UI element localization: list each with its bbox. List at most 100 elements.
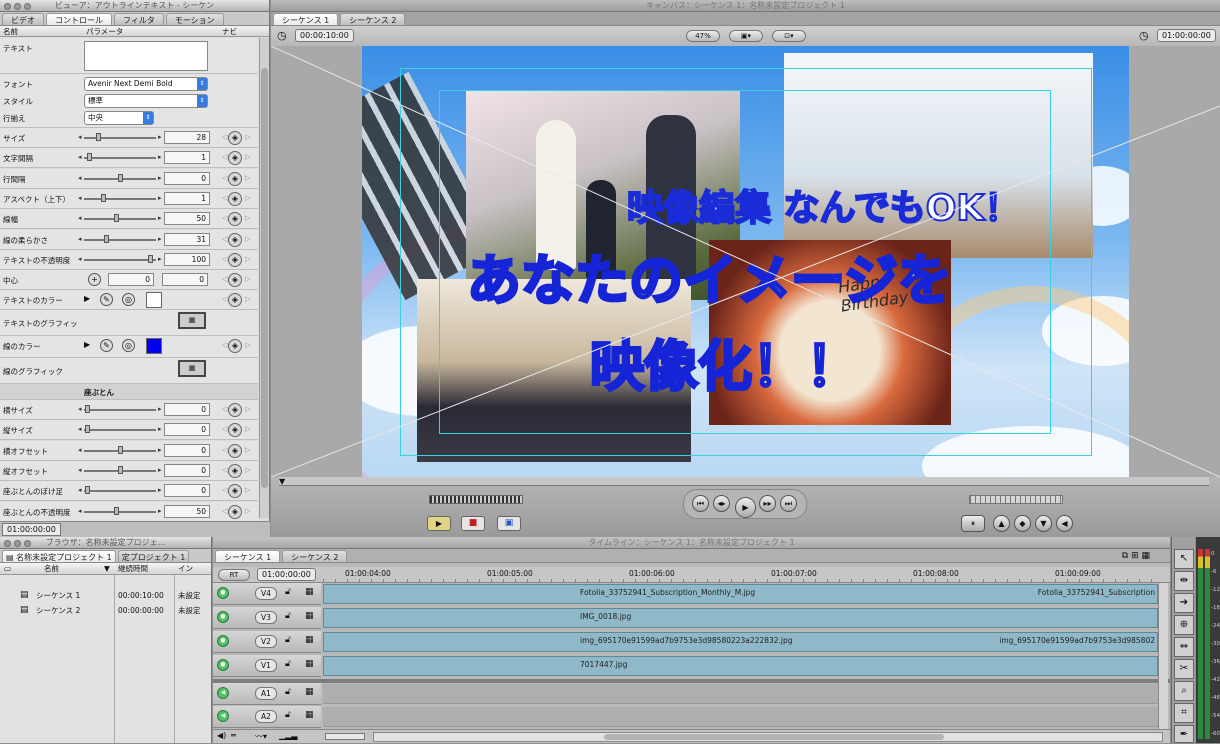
param-value-field[interactable]: 0 <box>164 403 210 416</box>
param-value-field[interactable]: 1 <box>164 191 210 205</box>
edit-selection-tool-icon[interactable]: ⇹ <box>1174 571 1194 591</box>
lock-icon[interactable]: 🔓︎ <box>285 710 291 720</box>
tab-filters[interactable]: フィルタ <box>114 13 164 25</box>
lock-icon[interactable]: 🔓︎ <box>285 659 291 669</box>
view-popup[interactable]: ▣▾ <box>729 30 763 42</box>
param-slider[interactable] <box>84 506 156 515</box>
next-keyframe-icon[interactable]: ▷ <box>245 466 250 474</box>
lock-icon[interactable]: 🔓︎ <box>285 587 291 597</box>
increment-arrow-icon[interactable]: ▸ <box>158 425 162 433</box>
scroll-thumb[interactable] <box>261 68 268 488</box>
decrement-arrow-icon[interactable]: ◂ <box>78 235 82 243</box>
scrubber-bar[interactable]: ▼ <box>279 477 1209 486</box>
eyedropper-icon[interactable]: ✎ <box>100 339 113 352</box>
lock-icon[interactable]: 🔓︎ <box>285 635 291 645</box>
prev-keyframe-icon[interactable]: ◁ <box>222 194 227 202</box>
decrement-arrow-icon[interactable]: ◂ <box>78 466 82 474</box>
increment-arrow-icon[interactable]: ▸ <box>158 255 162 263</box>
track-visibility-icon[interactable]: ● <box>217 635 229 647</box>
slider-thumb[interactable] <box>101 193 106 202</box>
param-slider[interactable] <box>84 254 156 263</box>
replace-edit-button[interactable]: ▣ <box>497 516 521 531</box>
param-slider[interactable] <box>84 153 156 162</box>
jog-control[interactable] <box>969 495 1063 504</box>
track-visibility-icon[interactable]: ◀ <box>217 710 229 722</box>
graphic-well[interactable]: ▦ <box>178 312 206 329</box>
window-buttons[interactable] <box>4 2 34 14</box>
next-keyframe-icon[interactable]: ▷ <box>245 486 250 494</box>
disclosure-triangle-icon[interactable]: ▶ <box>84 340 90 349</box>
crosshair-icon[interactable]: + <box>88 273 101 286</box>
snapping-icon[interactable]: ⧉ ⊞ ▦ <box>1122 551 1150 561</box>
font-select[interactable]: Avenir Next Demi Bold ⇕ <box>84 77 208 91</box>
increment-arrow-icon[interactable]: ▸ <box>158 507 162 515</box>
go-to-start-button[interactable]: ⏮ <box>692 495 709 512</box>
list-item[interactable]: ▤ シーケンス 2 00:00:00:00 未設定 <box>0 603 212 618</box>
param-slider[interactable] <box>84 405 156 413</box>
razor-tool-icon[interactable]: ✂ <box>1174 659 1194 679</box>
disclosure-triangle-icon[interactable]: ▶ <box>84 294 90 303</box>
decrement-arrow-icon[interactable]: ◂ <box>78 133 82 141</box>
selection-tool-icon[interactable]: ↖ <box>1174 549 1194 569</box>
increment-arrow-icon[interactable]: ▸ <box>158 405 162 413</box>
decrement-arrow-icon[interactable]: ◂ <box>78 255 82 263</box>
keyframe-button[interactable]: ◈ <box>228 504 242 519</box>
prev-keyframe-icon[interactable]: ◁ <box>222 446 227 454</box>
param-slider[interactable] <box>84 173 156 182</box>
eyedropper-icon[interactable]: ✎ <box>100 293 113 306</box>
sort-arrow-icon[interactable]: ▼ <box>104 563 110 574</box>
param-value-field[interactable]: 0 <box>164 484 210 498</box>
tab-sequence-2[interactable]: シーケンス 2 <box>282 550 348 562</box>
next-keyframe-icon[interactable]: ▷ <box>245 341 250 349</box>
decrement-arrow-icon[interactable]: ◂ <box>78 174 82 182</box>
next-keyframe-icon[interactable]: ▷ <box>245 214 250 222</box>
track-name[interactable]: V2 <box>255 635 277 648</box>
lock-icon[interactable]: 🔓︎ <box>285 611 291 621</box>
go-to-end-button[interactable]: ⏭ <box>780 495 797 512</box>
prev-keyframe-icon[interactable]: ◁ <box>222 507 227 515</box>
next-keyframe-icon[interactable]: ▷ <box>245 275 250 283</box>
zoom-popup[interactable]: 47% <box>686 30 720 42</box>
next-keyframe-icon[interactable]: ▷ <box>245 194 250 202</box>
graphic-well[interactable]: ▦ <box>178 360 206 377</box>
next-keyframe-icon[interactable]: ▷ <box>245 507 250 515</box>
slider-thumb[interactable] <box>148 254 153 263</box>
text-entry-field[interactable] <box>84 41 208 71</box>
keyframe-button[interactable]: ◈ <box>228 403 242 417</box>
timeline-scrollbar[interactable] <box>373 732 1163 742</box>
scroll-thumb[interactable] <box>604 734 944 740</box>
keyframe-button[interactable]: ◈ <box>228 443 242 458</box>
keyframe-button[interactable]: ◈ <box>228 423 242 438</box>
param-value-field[interactable]: 100 <box>164 252 210 266</box>
keyframe-button[interactable]: ◈ <box>228 273 242 287</box>
prev-keyframe-icon[interactable]: ◁ <box>222 486 227 494</box>
clip-overlays-icon[interactable]: 〰▾ <box>255 731 267 742</box>
tab-motion[interactable]: モーション <box>165 13 224 25</box>
playhead-icon[interactable]: ▼ <box>279 477 285 486</box>
zoom-slider[interactable] <box>325 733 365 740</box>
param-value-field[interactable]: 0 <box>164 171 210 185</box>
center-x-field[interactable]: 0 <box>108 273 154 286</box>
track-name[interactable]: V3 <box>255 611 277 624</box>
decrement-arrow-icon[interactable]: ◂ <box>78 486 82 494</box>
param-value-field[interactable]: 1 <box>164 151 210 165</box>
decrement-arrow-icon[interactable]: ◂ <box>78 425 82 433</box>
track-name[interactable]: V1 <box>255 659 277 672</box>
overwrite-edit-button[interactable]: ■ <box>461 516 485 531</box>
auto-select-icon[interactable]: ▦ <box>305 659 314 669</box>
slider-thumb[interactable] <box>114 506 119 515</box>
timeline-titlebar[interactable]: タイムライン：シーケンス 1：名称未設定プロジェクト 1 <box>213 537 1170 549</box>
viewer-timecode[interactable]: 01:00:00:00 <box>2 523 61 536</box>
track-name[interactable]: A1 <box>255 687 277 700</box>
center-y-field[interactable]: 0 <box>162 273 208 286</box>
prev-keyframe-icon[interactable]: ◁ <box>222 214 227 222</box>
window-buttons[interactable] <box>4 539 34 551</box>
time-ruler[interactable]: 01:00:04:00 01:00:05:00 01:00:06:00 01:00:0… <box>323 567 1158 583</box>
keyframe-button[interactable]: ◈ <box>228 232 242 247</box>
list-item[interactable]: ▤ シーケンス 1 00:00:10:00 未設定 <box>0 588 212 603</box>
track-size-icon[interactable]: ▁▂▃ <box>279 731 297 740</box>
auto-select-icon[interactable]: ▦ <box>305 587 314 597</box>
increment-arrow-icon[interactable]: ▸ <box>158 235 162 243</box>
timeline-timecode[interactable]: 01:00:00:00 <box>257 568 316 581</box>
slider-thumb[interactable] <box>114 214 119 223</box>
